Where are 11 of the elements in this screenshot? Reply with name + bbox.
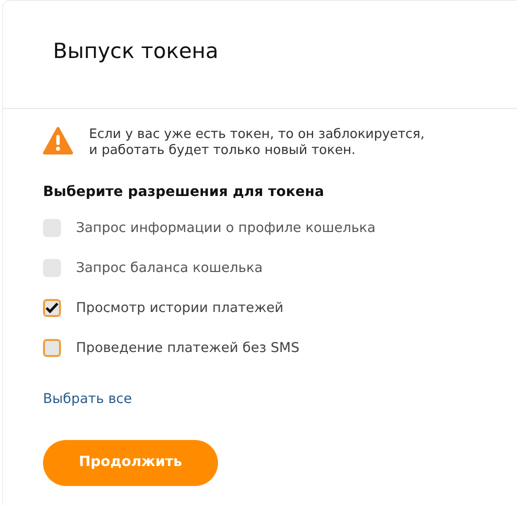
permission-label: Проведение платежей без SMS (76, 338, 300, 356)
checkbox[interactable] (43, 338, 61, 356)
dialog-title: Выпуск токена (53, 39, 220, 64)
section-heading: Выберите разрешения для токена (43, 182, 326, 202)
permission-label: Запрос баланса кошелька (76, 258, 263, 276)
permission-label: Просмотр истории платежей (76, 298, 284, 316)
select-all-link[interactable]: Выбрать все (43, 388, 132, 409)
checkbox[interactable] (43, 298, 61, 316)
permission-label: Запрос информации о профиле кошелька (76, 218, 376, 236)
warning-icon (43, 127, 73, 155)
warning-text: Если у вас уже есть токен, то он заблокируется, и работать будет только новый токен. (89, 127, 424, 160)
